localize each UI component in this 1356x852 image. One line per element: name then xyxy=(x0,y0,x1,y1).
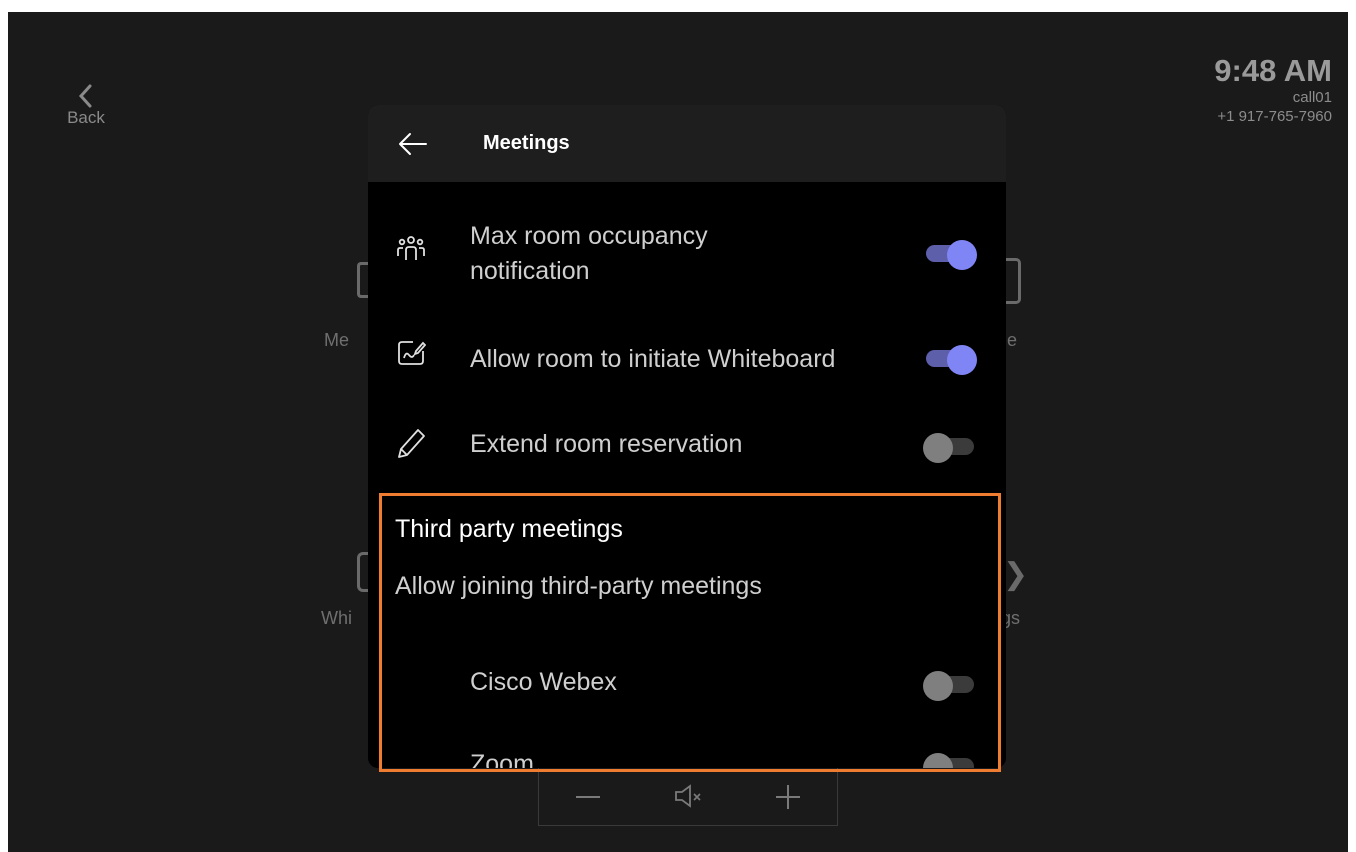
setting-label-line2: notification xyxy=(470,257,590,285)
option-label: Zoom xyxy=(470,750,534,768)
dialog-title: Meetings xyxy=(483,132,570,154)
room-phone-number: +1 917-765-7960 xyxy=(1217,108,1332,125)
back-button[interactable]: Back xyxy=(56,82,116,128)
room-name: call01 xyxy=(1292,89,1332,106)
pencil-icon xyxy=(396,427,426,458)
whiteboard-toggle[interactable] xyxy=(923,345,979,375)
settings-icon-fragment: ❯ xyxy=(1003,558,1029,591)
volume-control xyxy=(538,767,838,826)
setting-label: Max room occupancy notification xyxy=(470,219,708,289)
tile-label-meet: Me xyxy=(324,330,350,350)
section-subtitle: Allow joining third-party meetings xyxy=(395,572,762,600)
whiteboard-icon xyxy=(396,338,427,368)
setting-row-whiteboard: Allow room to initiate Whiteboard xyxy=(368,330,1006,390)
volume-down-icon[interactable] xyxy=(573,781,603,816)
section-title-third-party: Third party meetings xyxy=(395,515,623,543)
meetings-settings-dialog: Meetings Max room occupancy notification xyxy=(368,105,1006,768)
volume-up-icon[interactable] xyxy=(773,781,803,816)
chevron-left-icon xyxy=(56,82,116,110)
setting-label: Extend room reservation xyxy=(470,430,743,458)
room-console-screen: Back 9:48 AM call01 +1 917-765-7960 Me e… xyxy=(8,12,1348,852)
mute-icon[interactable] xyxy=(673,781,705,816)
max-occupancy-toggle[interactable] xyxy=(923,240,979,270)
option-label: Cisco Webex xyxy=(470,668,617,696)
tile-label-right: e xyxy=(1007,330,1018,350)
zoom-toggle[interactable] xyxy=(923,753,979,768)
people-icon xyxy=(396,235,426,265)
clock-time: 9:48 AM xyxy=(1214,53,1332,88)
tile-label-whiteboard: Whi xyxy=(321,608,352,628)
third-party-row-zoom: Zoom xyxy=(368,735,1006,768)
setting-label: Allow room to initiate Whiteboard xyxy=(470,345,836,373)
setting-label-line1: Max room occupancy xyxy=(470,222,708,250)
webex-toggle[interactable] xyxy=(923,671,979,701)
tile-icon-fragment xyxy=(1006,258,1021,304)
back-label: Back xyxy=(67,108,105,127)
third-party-row-webex: Cisco Webex xyxy=(368,653,1006,713)
extend-reservation-toggle[interactable] xyxy=(923,433,979,463)
arrow-left-icon[interactable] xyxy=(396,129,430,159)
dialog-header: Meetings xyxy=(368,105,1006,182)
setting-row-max-occupancy: Max room occupancy notification xyxy=(368,213,1006,293)
setting-row-extend-reservation: Extend room reservation xyxy=(368,415,1006,475)
status-block: 9:48 AM call01 +1 917-765-7960 xyxy=(1214,54,1332,126)
